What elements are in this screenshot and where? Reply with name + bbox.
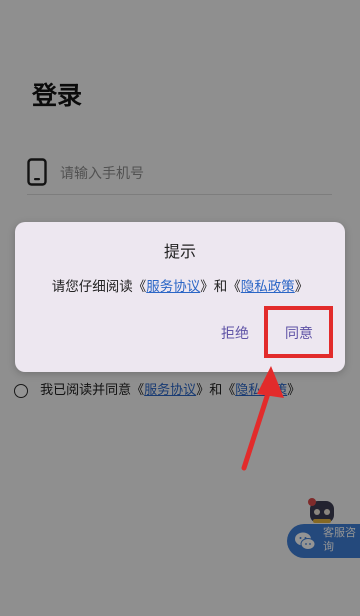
pointer-arrow (241, 366, 284, 471)
